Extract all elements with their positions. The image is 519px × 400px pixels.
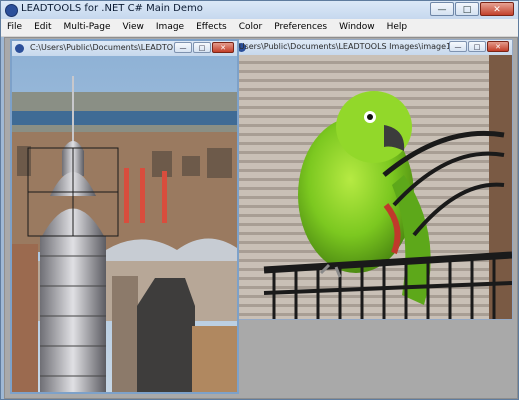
document-minimize-button[interactable]: — xyxy=(174,42,192,53)
city-image xyxy=(12,56,237,392)
app-window: LEADTOOLS for .NET C# Main Demo — □ ✕ Fi… xyxy=(0,0,519,400)
image-viewer-parrot[interactable] xyxy=(234,55,512,319)
menu-color[interactable]: Color xyxy=(233,19,269,36)
document-close-button[interactable]: ✕ xyxy=(212,42,234,53)
window-title: LEADTOOLS for .NET C# Main Demo xyxy=(21,3,203,14)
document-controls: — □ ✕ xyxy=(449,41,509,52)
menu-bar: File Edit Multi-Page View Image Effects … xyxy=(1,19,518,37)
document-maximize-button[interactable]: □ xyxy=(468,41,486,52)
menu-window[interactable]: Window xyxy=(333,19,381,36)
document-window-parrot[interactable]: \Users\Public\Documents\LEADTOOLS Images… xyxy=(233,39,513,320)
close-button[interactable]: ✕ xyxy=(480,2,514,16)
menu-file[interactable]: File xyxy=(1,19,28,36)
menu-preferences[interactable]: Preferences xyxy=(268,19,333,36)
menu-edit[interactable]: Edit xyxy=(28,19,57,36)
image-viewer-city[interactable] xyxy=(12,56,237,392)
document-title-bar[interactable]: C:\Users\Public\Documents\LEADTOOLS Ima.… xyxy=(12,41,237,57)
mdi-client-area: \Users\Public\Documents\LEADTOOLS Images… xyxy=(4,37,518,399)
document-maximize-button[interactable]: □ xyxy=(193,42,211,53)
document-title: \Users\Public\Documents\LEADTOOLS Images… xyxy=(236,42,450,51)
document-controls: — □ ✕ xyxy=(174,42,234,53)
menu-view[interactable]: View xyxy=(117,19,150,36)
document-close-button[interactable]: ✕ xyxy=(487,41,509,52)
document-icon xyxy=(15,44,24,53)
menu-help[interactable]: Help xyxy=(381,19,414,36)
menu-multi-page[interactable]: Multi-Page xyxy=(58,19,117,36)
parrot-image xyxy=(234,55,512,319)
document-window-city[interactable]: C:\Users\Public\Documents\LEADTOOLS Ima.… xyxy=(10,39,239,394)
menu-image[interactable]: Image xyxy=(150,19,190,36)
maximize-button[interactable]: □ xyxy=(455,2,479,16)
title-bar[interactable]: LEADTOOLS for .NET C# Main Demo — □ ✕ xyxy=(1,1,518,20)
document-title-bar[interactable]: \Users\Public\Documents\LEADTOOLS Images… xyxy=(234,40,512,56)
minimize-button[interactable]: — xyxy=(430,2,454,16)
menu-effects[interactable]: Effects xyxy=(190,19,233,36)
window-controls: — □ ✕ xyxy=(430,2,514,16)
app-icon xyxy=(5,4,18,17)
document-title: C:\Users\Public\Documents\LEADTOOLS Ima.… xyxy=(30,43,173,52)
document-minimize-button[interactable]: — xyxy=(449,41,467,52)
